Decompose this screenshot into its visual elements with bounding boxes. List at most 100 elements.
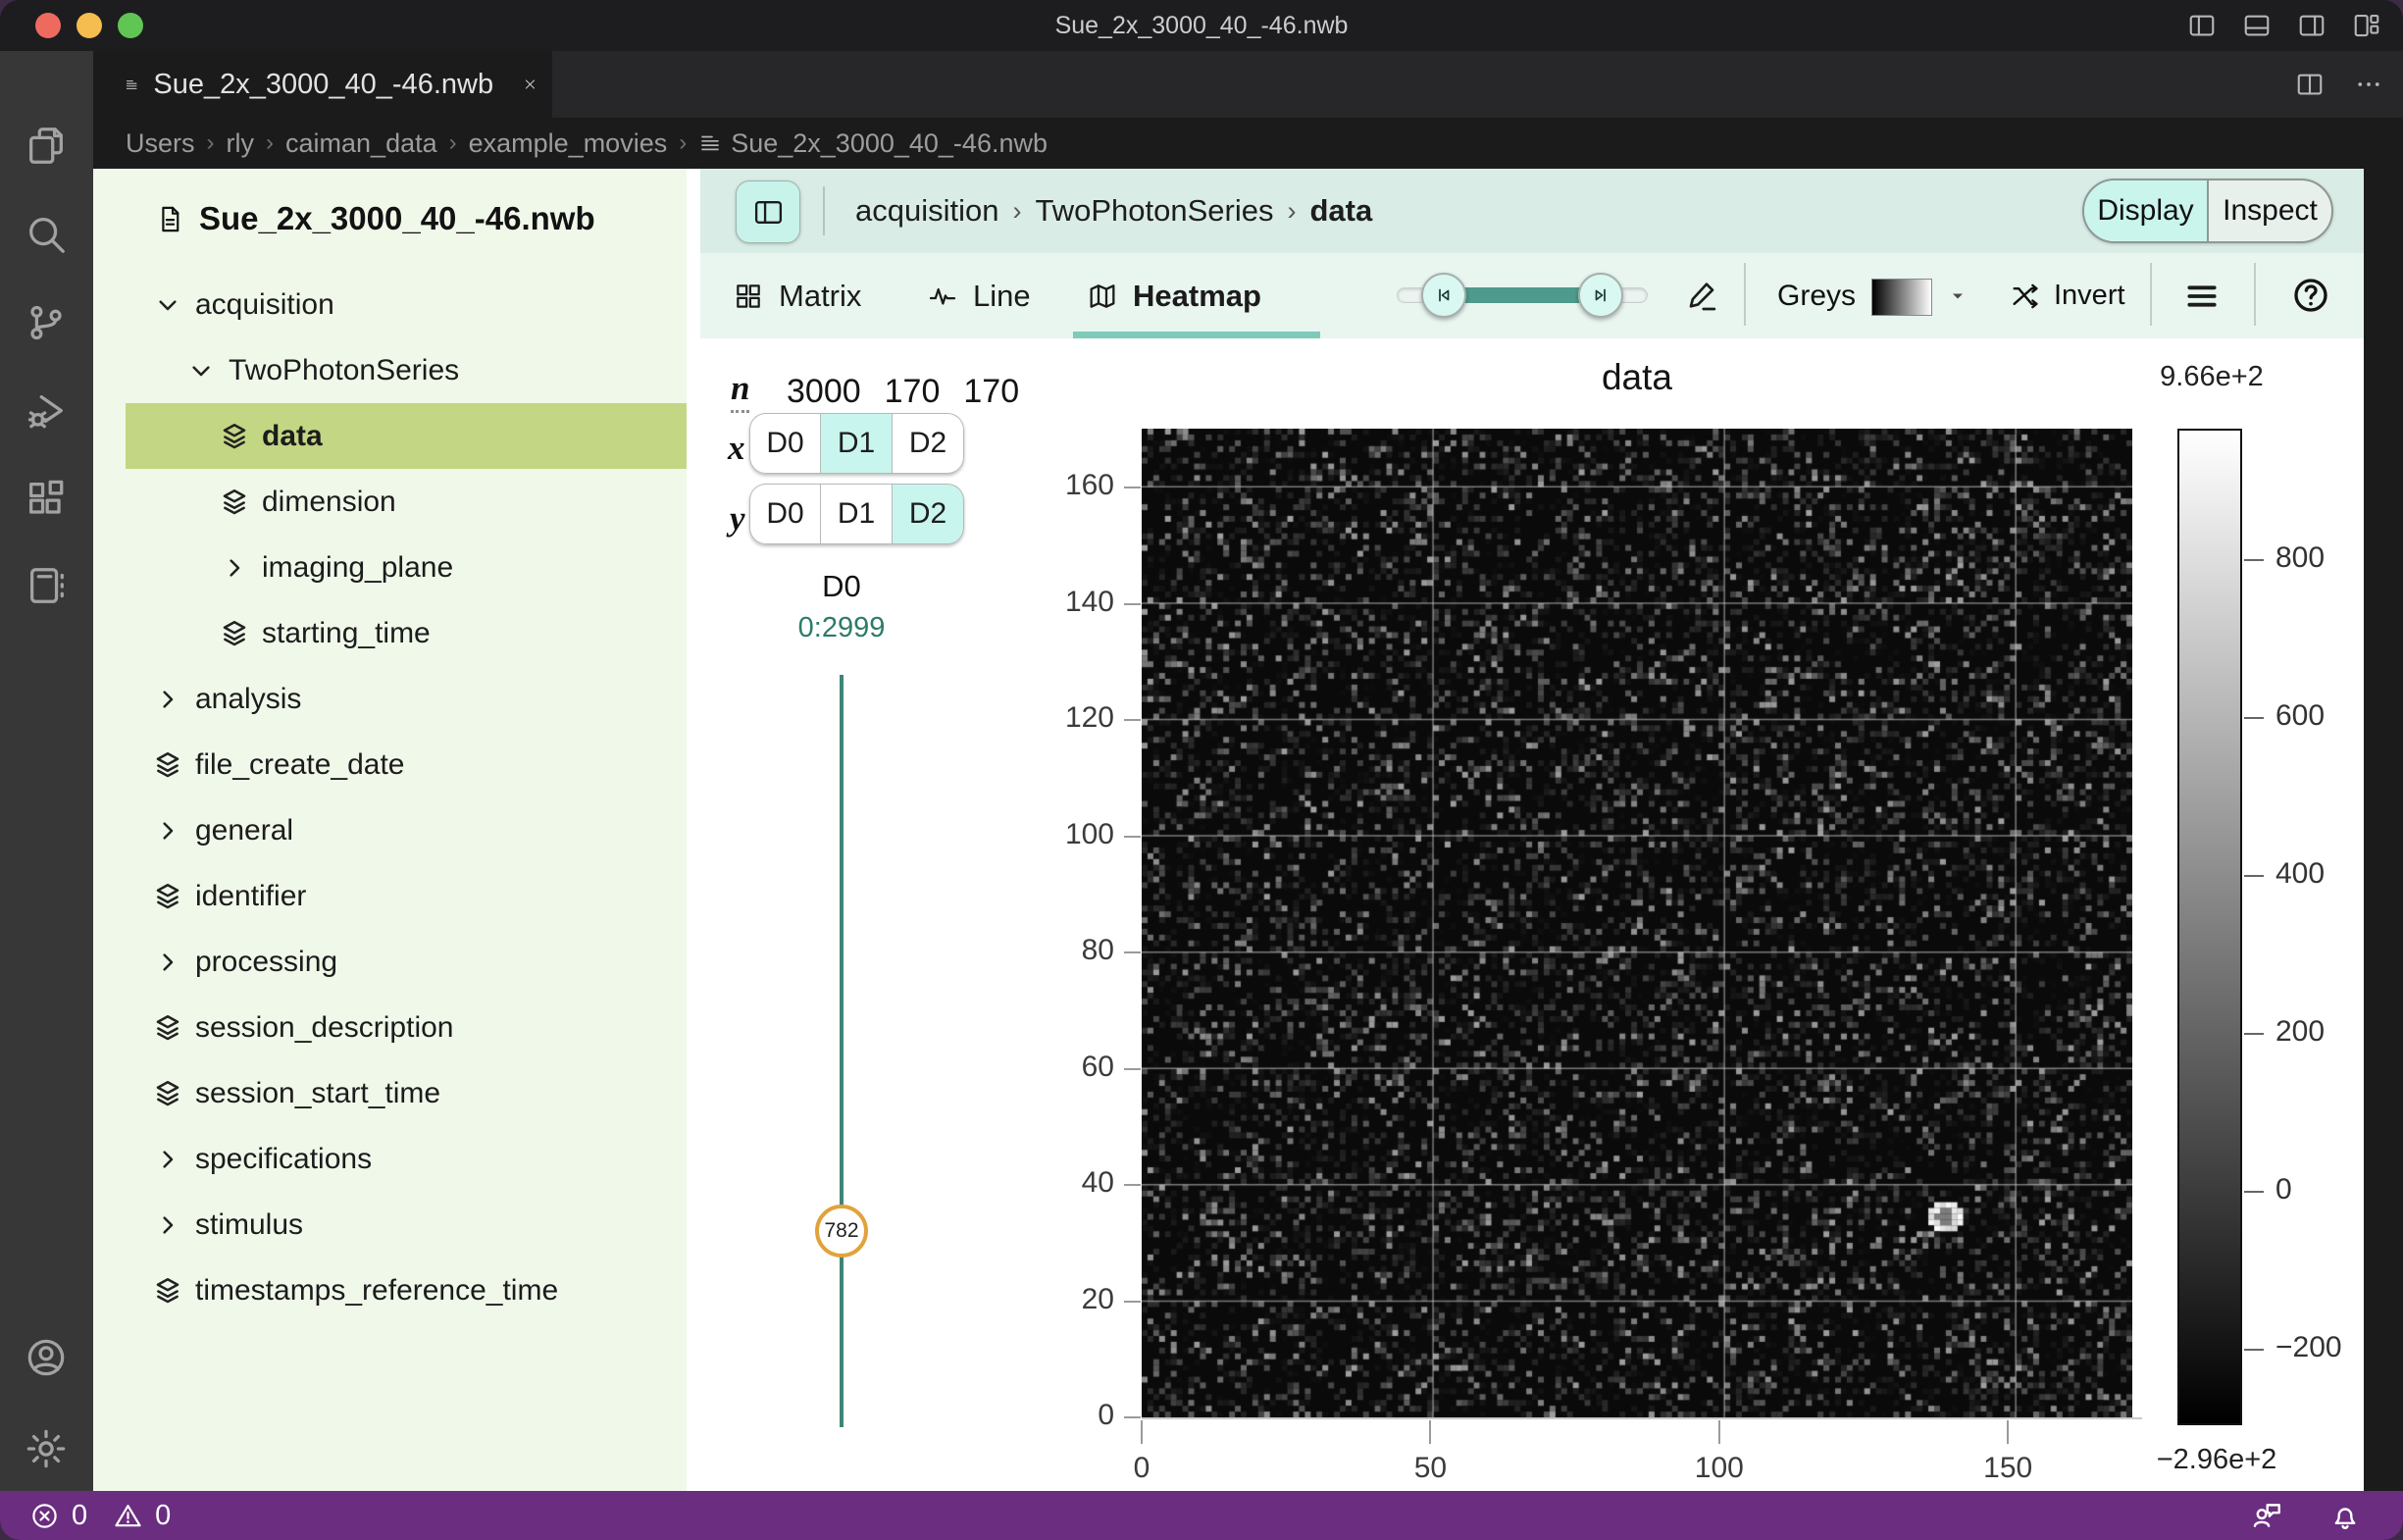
extensions-icon[interactable] bbox=[24, 477, 69, 522]
breadcrumb-file[interactable]: Sue_2x_3000_40_-46.nwb bbox=[731, 128, 1048, 159]
tab-heatmap[interactable]: Heatmap bbox=[1087, 253, 1261, 338]
editor-tab[interactable]: Sue_2x_3000_40_-46.nwb bbox=[93, 51, 552, 118]
display-inspect-toggle: Display Inspect bbox=[2082, 179, 2333, 243]
chevron-right-icon bbox=[152, 1209, 183, 1241]
tree-item[interactable]: data bbox=[126, 403, 687, 469]
x-d2-button[interactable]: D2 bbox=[893, 413, 964, 474]
viewer-breadcrumb-segment[interactable]: acquisition bbox=[855, 193, 998, 229]
file-icon bbox=[155, 204, 185, 234]
tree-item[interactable]: processing bbox=[126, 929, 687, 995]
tree-item[interactable]: session_start_time bbox=[126, 1060, 687, 1126]
tree-item[interactable]: session_description bbox=[126, 995, 687, 1060]
toggle-panel-right-icon[interactable] bbox=[2297, 11, 2326, 40]
customize-layout-icon[interactable] bbox=[2352, 11, 2381, 40]
header-divider bbox=[823, 186, 825, 235]
range-slider-start-handle[interactable] bbox=[1421, 273, 1466, 318]
run-debug-icon[interactable] bbox=[24, 388, 69, 434]
feedback-icon[interactable] bbox=[2250, 1499, 2283, 1532]
warning-count: 0 bbox=[155, 1500, 171, 1532]
tree-item[interactable]: analysis bbox=[126, 666, 687, 732]
breadcrumb-separator: › bbox=[449, 129, 457, 157]
frame-slider-handle[interactable]: 782 bbox=[815, 1205, 868, 1258]
colorbar-tick-mark bbox=[2244, 1033, 2264, 1035]
tree-item[interactable]: dimension bbox=[126, 469, 687, 535]
y-tick-label: 20 bbox=[1020, 1283, 1114, 1316]
chevron-right-icon bbox=[152, 684, 183, 715]
tree-item[interactable]: imaging_plane bbox=[126, 535, 687, 600]
colorbar-tick-mark bbox=[2244, 1349, 2264, 1351]
colormap-dropdown[interactable] bbox=[1948, 253, 1968, 338]
waveform-icon bbox=[927, 281, 958, 312]
breadcrumb-segment[interactable]: Users bbox=[126, 128, 195, 159]
y-tick-label: 120 bbox=[1020, 701, 1114, 735]
colorbar-tick-mark bbox=[2244, 1191, 2264, 1193]
breadcrumb-segment[interactable]: rly bbox=[227, 128, 255, 159]
viewer-breadcrumb: acquisition› TwoPhotonSeries› data bbox=[855, 169, 1372, 253]
range-slider-selection[interactable] bbox=[1444, 287, 1601, 303]
search-icon[interactable] bbox=[24, 212, 69, 257]
y-tick-label: 0 bbox=[1020, 1399, 1114, 1432]
tree-item[interactable]: general bbox=[126, 797, 687, 863]
edit-pen-icon[interactable] bbox=[1684, 278, 1721, 315]
shape-label: n bbox=[731, 369, 749, 413]
range-slider-end-handle[interactable] bbox=[1578, 273, 1623, 318]
accounts-icon[interactable] bbox=[24, 1335, 69, 1380]
invert-arrows-icon bbox=[2009, 280, 2042, 313]
split-editor-icon[interactable] bbox=[2295, 70, 2325, 99]
tab-line[interactable]: Line bbox=[927, 253, 1031, 338]
tree-item[interactable]: file_create_date bbox=[126, 732, 687, 797]
y-tick-mark bbox=[1124, 1184, 1141, 1186]
more-actions-icon[interactable] bbox=[2354, 70, 2383, 99]
viewer-breadcrumb-current: data bbox=[1309, 193, 1372, 229]
notebook-icon[interactable] bbox=[24, 563, 69, 608]
layers-icon bbox=[152, 881, 183, 912]
invert-button[interactable]: Invert bbox=[2009, 253, 2125, 338]
x-d0-button[interactable]: D0 bbox=[749, 413, 821, 474]
y-tick-label: 160 bbox=[1020, 469, 1114, 502]
frame-slider-track[interactable] bbox=[840, 675, 844, 1427]
source-control-icon[interactable] bbox=[24, 300, 69, 345]
x-tick-label: 100 bbox=[1661, 1452, 1778, 1485]
display-button[interactable]: Display bbox=[2084, 180, 2209, 241]
colorbar-tick-mark bbox=[2244, 717, 2264, 719]
x-tick-label: 50 bbox=[1371, 1452, 1489, 1485]
breadcrumb-separator: › bbox=[207, 129, 215, 157]
x-axis-dim-label: x bbox=[728, 429, 745, 468]
viewer-breadcrumb-segment[interactable]: TwoPhotonSeries bbox=[1035, 193, 1273, 229]
menu-hamburger-icon[interactable] bbox=[2183, 278, 2221, 315]
explorer-icon[interactable] bbox=[24, 124, 69, 169]
y-tick-mark bbox=[1124, 1416, 1141, 1418]
chevron-right-icon bbox=[219, 552, 250, 584]
tree-item[interactable]: TwoPhotonSeries bbox=[126, 337, 687, 403]
tree-item[interactable]: specifications bbox=[126, 1126, 687, 1192]
frame-slider-range: 0:2999 bbox=[743, 612, 940, 644]
tree-item[interactable]: starting_time bbox=[126, 600, 687, 666]
tree-item[interactable]: stimulus bbox=[126, 1192, 687, 1258]
y-tick-mark bbox=[1124, 603, 1141, 605]
colormap-swatch[interactable] bbox=[1871, 279, 1932, 316]
toggle-panel-bottom-icon[interactable] bbox=[2242, 11, 2272, 40]
x-tick-mark bbox=[1141, 1420, 1143, 1444]
problems-status[interactable]: 0 0 bbox=[29, 1500, 171, 1532]
y-d2-button[interactable]: D2 bbox=[893, 484, 964, 544]
y-tick-label: 140 bbox=[1020, 586, 1114, 619]
tree-scrollbar[interactable] bbox=[687, 169, 700, 1491]
x-d1-button[interactable]: D1 bbox=[821, 413, 893, 474]
notifications-bell-icon[interactable] bbox=[2328, 1499, 2362, 1532]
toggle-panel-left-icon[interactable] bbox=[2187, 11, 2217, 40]
tree-item[interactable]: timestamps_reference_time bbox=[126, 1258, 687, 1323]
y-d0-button[interactable]: D0 bbox=[749, 484, 821, 544]
close-tab-icon[interactable] bbox=[523, 71, 537, 98]
inspect-button[interactable]: Inspect bbox=[2209, 180, 2331, 241]
tree-item[interactable]: identifier bbox=[126, 863, 687, 929]
help-icon[interactable] bbox=[2291, 276, 2330, 315]
y-d1-button[interactable]: D1 bbox=[821, 484, 893, 544]
layers-icon bbox=[152, 749, 183, 781]
error-icon bbox=[29, 1501, 60, 1531]
breadcrumb-segment[interactable]: example_movies bbox=[469, 128, 668, 159]
settings-gear-icon[interactable] bbox=[24, 1426, 69, 1471]
tree-item[interactable]: acquisition bbox=[126, 272, 687, 337]
tab-matrix[interactable]: Matrix bbox=[733, 253, 861, 338]
breadcrumb-segment[interactable]: caiman_data bbox=[285, 128, 437, 159]
toggle-tree-panel-button[interactable] bbox=[736, 180, 800, 243]
